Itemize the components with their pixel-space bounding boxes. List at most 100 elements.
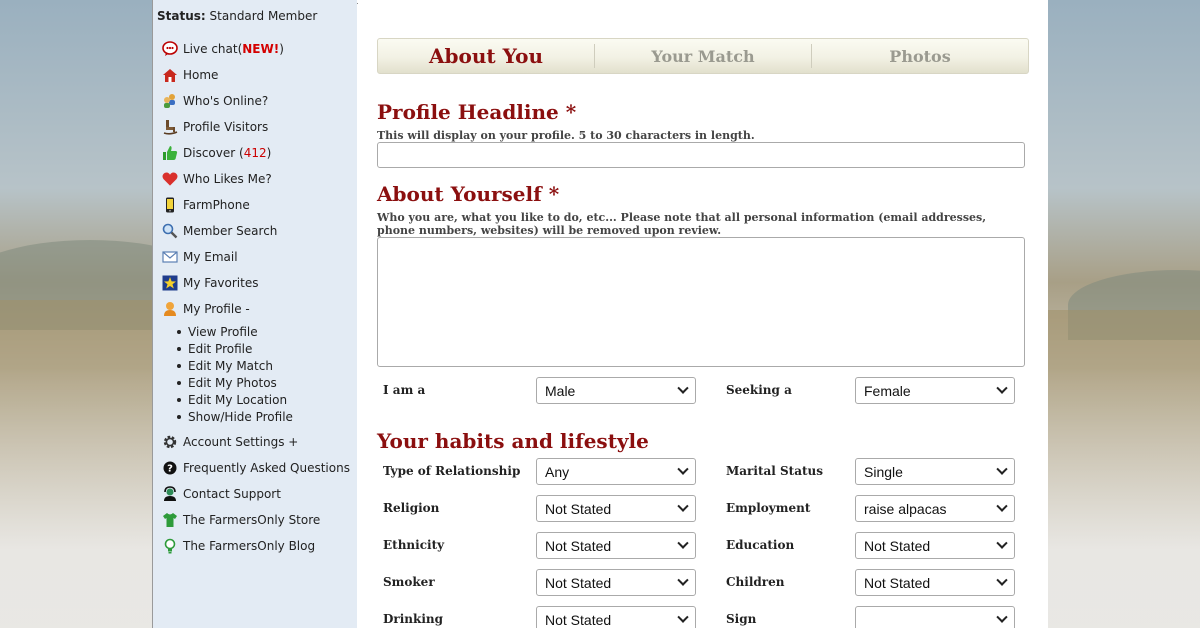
i-am-value: Male	[545, 382, 576, 399]
membership-status: Status: Standard Member	[157, 9, 317, 23]
submenu-edit-my-photos[interactable]: Edit My Photos	[177, 374, 293, 391]
submenu-edit-my-match[interactable]: Edit My Match	[177, 357, 293, 374]
sidebar-item-profile-visitors[interactable]: Profile Visitors	[162, 118, 268, 136]
relationship-type-label: Type of Relationship	[383, 464, 521, 478]
chevron-down-icon	[677, 611, 689, 623]
education-value: Not Stated	[864, 537, 931, 554]
seeking-select[interactable]: Female	[855, 377, 1015, 404]
sidebar-label-store: The FarmersOnly Store	[183, 513, 321, 527]
question-icon: ?	[162, 460, 178, 476]
employment-select[interactable]: raise alpacas	[855, 495, 1015, 522]
sidebar-label-account-settings: Account Settings +	[183, 435, 299, 449]
sidebar-item-live-chat[interactable]: Live chat(NEW!)	[162, 40, 284, 58]
smoker-select[interactable]: Not Stated	[536, 569, 696, 596]
children-select[interactable]: Not Stated	[855, 569, 1015, 596]
submenu-edit-profile[interactable]: Edit Profile	[177, 340, 293, 357]
tab-photos[interactable]: Photos	[812, 47, 1028, 66]
rocking-chair-icon	[162, 119, 178, 135]
magnifier-icon	[162, 223, 178, 239]
sidebar-label-discover: Discover (412)	[183, 146, 271, 160]
marital-status-label: Marital Status	[726, 464, 824, 478]
sidebar-item-discover[interactable]: Discover (412)	[162, 144, 271, 162]
drinking-select[interactable]: Not Stated	[536, 606, 696, 628]
i-am-select[interactable]: Male	[536, 377, 696, 404]
sidebar-item-whos-online[interactable]: Who's Online?	[162, 92, 268, 110]
relationship-type-value: Any	[545, 463, 570, 480]
chevron-down-icon	[996, 500, 1008, 512]
sidebar-item-store[interactable]: The FarmersOnly Store	[162, 511, 320, 529]
tab-your-match[interactable]: Your Match	[595, 47, 811, 66]
smoker-label: Smoker	[383, 575, 435, 589]
sidebar-item-account-settings[interactable]: Account Settings +	[162, 433, 298, 451]
profile-headline-input[interactable]	[377, 142, 1025, 168]
sidebar-label-profile-visitors: Profile Visitors	[183, 120, 269, 134]
discover-suffix: )	[266, 146, 272, 160]
seeking-label: Seeking a	[726, 383, 792, 397]
page-frame: Status: Standard Member Live chat(NEW!) …	[152, 0, 1048, 628]
ethnicity-select[interactable]: Not Stated	[536, 532, 696, 559]
religion-select[interactable]: Not Stated	[536, 495, 696, 522]
ethnicity-value: Not Stated	[545, 537, 612, 554]
profile-tabs: About You Your Match Photos	[377, 38, 1029, 74]
gear-icon	[162, 434, 178, 450]
employment-value: raise alpacas	[864, 500, 947, 517]
sidebar-item-who-likes-me[interactable]: Who Likes Me?	[162, 170, 272, 188]
chevron-down-icon	[677, 382, 689, 394]
required-marker: *	[548, 182, 560, 206]
chevron-down-icon	[677, 500, 689, 512]
sidebar-item-member-search[interactable]: Member Search	[162, 222, 277, 240]
about-yourself-hint: Who you are, what you like to do, etc...…	[377, 211, 987, 237]
employment-label: Employment	[726, 501, 811, 515]
background-landscape-right	[1048, 0, 1200, 628]
sidebar-item-my-email[interactable]: My Email	[162, 248, 238, 266]
education-select[interactable]: Not Stated	[855, 532, 1015, 559]
sidebar-label-my-favorites: My Favorites	[183, 276, 259, 290]
heart-icon	[162, 171, 178, 187]
profile-person-icon	[162, 301, 178, 317]
sidebar-item-blog[interactable]: The FarmersOnly Blog	[162, 537, 315, 555]
habits-heading: Your habits and lifestyle	[377, 429, 649, 453]
sign-label: Sign	[726, 612, 757, 626]
sidebar-item-home[interactable]: Home	[162, 66, 218, 84]
sidebar-label-contact-support: Contact Support	[183, 487, 281, 501]
profile-headline-title: Profile Headline	[377, 100, 559, 124]
profile-submenu: View Profile Edit Profile Edit My Match …	[177, 323, 293, 425]
new-badge: NEW!	[242, 42, 280, 56]
phone-icon	[162, 197, 178, 213]
relationship-type-select[interactable]: Any	[536, 458, 696, 485]
chevron-down-icon	[996, 463, 1008, 475]
main-content: About You Your Match Photos Profile Head…	[358, 0, 1048, 628]
sidebar-label-my-profile: My Profile -	[183, 302, 250, 316]
star-icon	[162, 275, 178, 291]
lightbulb-icon	[162, 538, 178, 554]
sidebar-item-my-favorites[interactable]: My Favorites	[162, 274, 258, 292]
status-label: Status:	[157, 9, 206, 23]
sidebar-label-whos-online: Who's Online?	[183, 94, 269, 108]
chevron-down-icon	[677, 463, 689, 475]
sidebar-item-faq[interactable]: ? Frequently Asked Questions	[162, 459, 350, 477]
envelope-icon	[162, 249, 178, 265]
education-label: Education	[726, 538, 795, 552]
required-marker: *	[565, 100, 577, 124]
marital-status-select[interactable]: Single	[855, 458, 1015, 485]
live-chat-suffix: )	[279, 42, 284, 56]
sidebar-label-farmphone: FarmPhone	[183, 198, 250, 212]
sidebar-label-my-email: My Email	[183, 250, 238, 264]
chevron-down-icon	[677, 574, 689, 586]
children-label: Children	[726, 575, 785, 589]
smoker-value: Not Stated	[545, 574, 612, 591]
sidebar-item-contact-support[interactable]: Contact Support	[162, 485, 281, 503]
submenu-show-hide-profile[interactable]: Show/Hide Profile	[177, 408, 293, 425]
sidebar-item-my-profile[interactable]: My Profile -	[162, 300, 250, 318]
profile-headline-hint: This will display on your profile. 5 to …	[377, 129, 755, 142]
sidebar-item-farmphone[interactable]: FarmPhone	[162, 196, 250, 214]
chevron-down-icon	[996, 382, 1008, 394]
thumbs-up-icon	[162, 145, 178, 161]
tab-about-you[interactable]: About You	[378, 44, 594, 68]
submenu-edit-my-location[interactable]: Edit My Location	[177, 391, 293, 408]
sidebar-label-who-likes-me: Who Likes Me?	[183, 172, 272, 186]
submenu-view-profile[interactable]: View Profile	[177, 323, 293, 340]
sign-select[interactable]	[855, 606, 1015, 628]
home-icon	[162, 67, 178, 83]
about-yourself-textarea[interactable]	[377, 237, 1025, 367]
